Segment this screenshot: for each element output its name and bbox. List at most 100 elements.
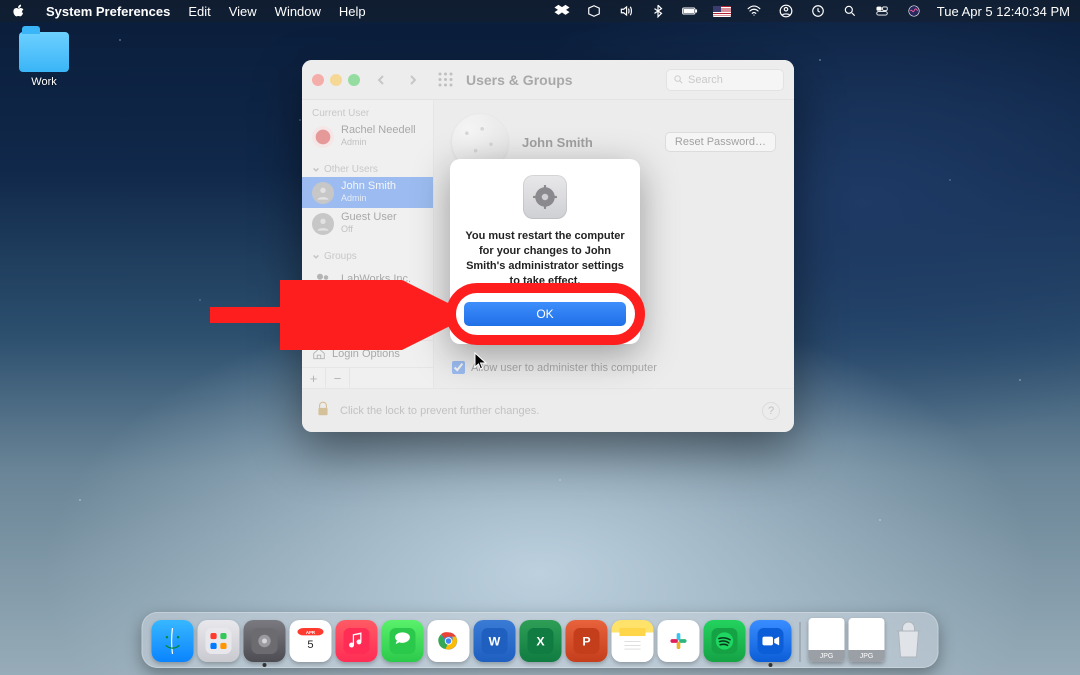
show-all-button[interactable] xyxy=(434,69,456,91)
dock-separator xyxy=(800,622,801,662)
dock-app-slack[interactable] xyxy=(658,620,700,662)
avatar xyxy=(312,213,334,235)
reset-password-button[interactable]: Reset Password… xyxy=(665,132,776,152)
battery-icon[interactable] xyxy=(681,4,699,18)
dock-app-spotify[interactable] xyxy=(704,620,746,662)
folder-icon xyxy=(19,32,69,72)
sidebar-login-options[interactable]: Login Options xyxy=(302,340,433,367)
user-name: John Smith xyxy=(341,180,396,192)
sidebar-header-other[interactable]: Other Users xyxy=(302,160,433,177)
group-icon xyxy=(312,268,334,290)
dock-app-messages[interactable] xyxy=(382,620,424,662)
apple-menu[interactable] xyxy=(10,4,28,18)
control-center-icon[interactable] xyxy=(873,4,891,18)
doc-type-label: JPG xyxy=(849,650,885,662)
dock: APR 5 W X P JPG JPG xyxy=(142,612,939,668)
siri-icon[interactable] xyxy=(905,4,923,18)
user-name: Rachel Needell xyxy=(341,124,416,136)
zoom-button[interactable] xyxy=(348,74,360,86)
minimize-button[interactable] xyxy=(330,74,342,86)
help-button[interactable]: ? xyxy=(762,402,780,420)
dock-app-calendar[interactable]: APR 5 xyxy=(290,620,332,662)
sidebar-group-labworks[interactable]: LabWorks Inc. xyxy=(302,264,433,294)
menubar: System Preferences Edit View Window Help… xyxy=(0,0,1080,22)
restart-required-dialog: You must restart the computer for your c… xyxy=(450,159,640,344)
group-name: LabWorks Inc. xyxy=(341,273,411,285)
window-footer: Click the lock to prevent further change… xyxy=(302,388,794,432)
dropbox-icon[interactable] xyxy=(553,4,571,18)
window-traffic-lights xyxy=(312,74,360,86)
dock-trash[interactable] xyxy=(889,618,929,662)
dock-app-system-preferences[interactable] xyxy=(244,620,286,662)
sidebar-user-guest[interactable]: Guest User Off xyxy=(302,208,433,239)
dock-app-launchpad[interactable] xyxy=(198,620,240,662)
bluetooth-icon[interactable] xyxy=(649,4,667,18)
running-indicator xyxy=(769,663,773,667)
add-user-button[interactable]: + xyxy=(302,368,326,388)
dock-app-excel[interactable]: X xyxy=(520,620,562,662)
dock-app-finder[interactable] xyxy=(152,620,194,662)
admin-checkbox[interactable]: Allow user to administer this computer xyxy=(452,361,657,374)
sidebar-current-user[interactable]: Rachel Needell Admin xyxy=(302,121,433,152)
sidebar-plus-minus: + − xyxy=(302,367,433,388)
search-placeholder: Search xyxy=(688,74,723,86)
spotlight-icon[interactable] xyxy=(841,4,859,18)
menubar-clock[interactable]: Tue Apr 5 12:40:34 PM xyxy=(937,4,1070,19)
users-sidebar: Current User Rachel Needell Admin Other … xyxy=(302,100,434,388)
wifi-icon[interactable] xyxy=(745,4,763,18)
sidebar-header-current: Current User xyxy=(302,104,433,121)
window-title: Users & Groups xyxy=(466,72,573,88)
sidebar-header-groups[interactable]: Groups xyxy=(302,247,433,264)
dock-app-powerpoint[interactable]: P xyxy=(566,620,608,662)
user-role: Admin xyxy=(341,193,367,203)
dock-app-chrome[interactable] xyxy=(428,620,470,662)
window-toolbar: Users & Groups Search xyxy=(302,60,794,100)
user-name: Guest User xyxy=(341,211,397,223)
box-icon[interactable] xyxy=(585,4,603,18)
menu-help[interactable]: Help xyxy=(339,4,366,19)
sidebar-user-john-smith[interactable]: John Smith Admin xyxy=(302,177,433,208)
user-switch-icon[interactable] xyxy=(777,4,795,18)
folder-label: Work xyxy=(31,76,56,88)
avatar xyxy=(312,126,334,148)
volume-icon[interactable] xyxy=(617,4,635,18)
lock-icon[interactable] xyxy=(316,401,330,420)
menu-edit[interactable]: Edit xyxy=(188,4,210,19)
running-indicator xyxy=(263,663,267,667)
dock-document[interactable]: JPG xyxy=(809,618,845,662)
dock-app-word[interactable]: W xyxy=(474,620,516,662)
desktop-folder-work[interactable]: Work xyxy=(14,32,74,88)
input-source-flag[interactable] xyxy=(713,6,731,17)
app-menu[interactable]: System Preferences xyxy=(46,4,170,19)
close-button[interactable] xyxy=(312,74,324,86)
system-preferences-icon xyxy=(523,175,567,219)
remove-user-button[interactable]: − xyxy=(326,368,350,388)
svg-text:P: P xyxy=(582,634,590,648)
dock-app-music[interactable] xyxy=(336,620,378,662)
svg-text:W: W xyxy=(489,634,501,648)
svg-text:X: X xyxy=(536,634,545,648)
dialog-message: You must restart the computer for your c… xyxy=(464,229,626,288)
admin-checkbox-label: Allow user to administer this computer xyxy=(471,362,657,374)
house-icon xyxy=(312,347,326,361)
user-display-name: John Smith xyxy=(522,135,593,150)
clock-icon[interactable] xyxy=(809,4,827,18)
back-button[interactable] xyxy=(370,69,392,91)
search-icon xyxy=(673,74,684,85)
doc-type-label: JPG xyxy=(809,650,845,662)
ok-button[interactable]: OK xyxy=(464,302,626,326)
chevron-down-icon xyxy=(312,253,320,261)
user-role: Admin xyxy=(341,137,367,147)
forward-button[interactable] xyxy=(402,69,424,91)
menu-view[interactable]: View xyxy=(229,4,257,19)
svg-text:5: 5 xyxy=(307,639,313,651)
avatar xyxy=(312,182,334,204)
dock-document[interactable]: JPG xyxy=(849,618,885,662)
dock-app-notes[interactable] xyxy=(612,620,654,662)
dock-app-zoom[interactable] xyxy=(750,620,792,662)
search-input[interactable]: Search xyxy=(666,69,784,91)
user-role: Off xyxy=(341,224,353,234)
svg-text:APR: APR xyxy=(306,630,316,635)
admin-checkbox-input[interactable] xyxy=(452,361,465,374)
menu-window[interactable]: Window xyxy=(275,4,321,19)
